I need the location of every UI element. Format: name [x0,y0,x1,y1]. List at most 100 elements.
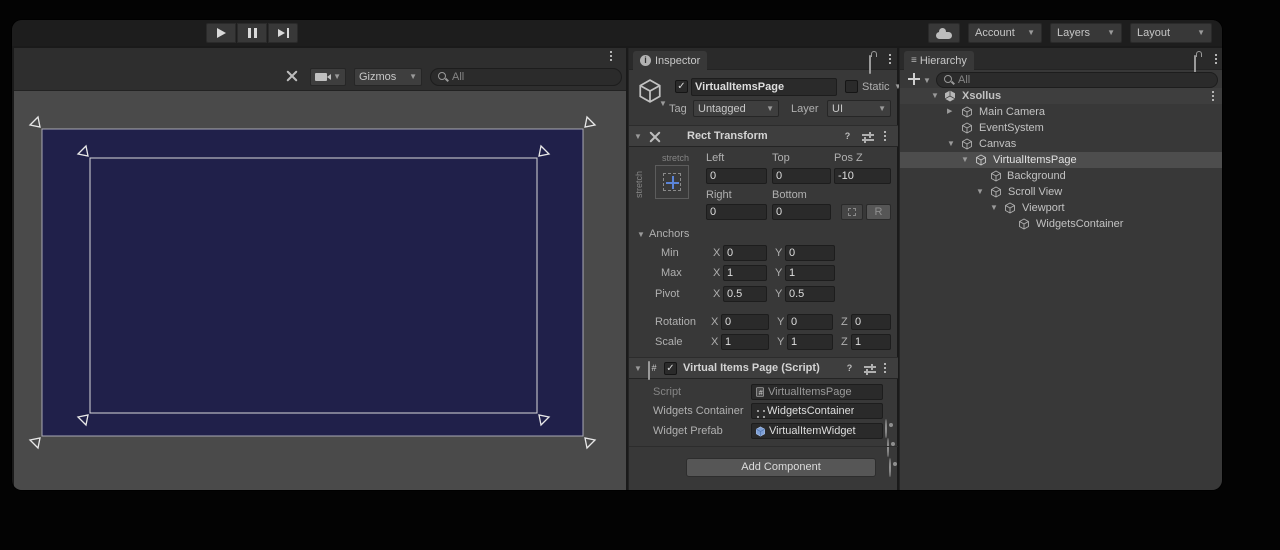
expand-arrow-icon[interactable]: ▼ [961,156,969,164]
pivot-x-field[interactable]: 0.5 [723,286,767,302]
chevron-down-icon: ▼ [409,73,417,81]
rotation-z-field[interactable]: 0 [851,314,891,330]
tab-inspector[interactable]: Inspector [633,51,707,70]
anchor-max-y-field[interactable]: 1 [785,265,835,281]
play-button[interactable] [206,23,236,43]
gameobject-icon-picker[interactable]: ▼ [659,100,667,108]
stretch-label-horizontal: stretch [662,152,689,165]
raw-edit-mode-button[interactable]: R [866,204,891,220]
widgets-container-field[interactable]: WidgetsContainer [751,403,883,419]
widget-prefab-label: Widget Prefab [653,425,723,438]
expand-arrow-icon[interactable]: ▼ [947,140,955,148]
layout-menu-button[interactable]: Layout ▼ [1130,23,1212,43]
pause-button[interactable] [237,23,267,43]
script-component-header[interactable]: ▼ ✓ Virtual Items Page (Script) [629,357,898,379]
expand-arrow-icon[interactable]: ▼ [976,188,984,196]
expand-arrow-icon[interactable]: ▼ [990,204,998,212]
blueprint-mode-button[interactable] [841,204,863,220]
hierarchy-item-scene[interactable]: ▼ Xsollus [900,88,1222,104]
lock-icon[interactable] [869,55,871,74]
anchor-max-x-field[interactable]: 1 [723,265,767,281]
object-picker-icon[interactable] [885,419,887,438]
kebab-menu-icon[interactable] [884,131,886,133]
rotation-y-field[interactable]: 0 [787,314,833,330]
foldout-arrow-icon[interactable]: ▼ [634,133,642,141]
hierarchy-item-main-camera[interactable]: ▶ Main Camera [900,104,1222,120]
scale-z-field[interactable]: 1 [851,334,891,350]
axis-x-label: X [711,316,718,329]
scene-gizmos[interactable] [14,91,626,490]
hierarchy-item-canvas[interactable]: ▼ Canvas [900,136,1222,152]
step-button[interactable] [268,23,298,43]
hierarchy-search-field[interactable]: All [936,72,1218,88]
tools-icon [286,70,298,82]
pivot-y-field[interactable]: 0.5 [785,286,835,302]
script-object-field[interactable]: VirtualItemsPage [751,384,883,400]
cloud-services-button[interactable] [928,23,960,43]
hierarchy-item-widgetscontainer[interactable]: WidgetsContainer [900,216,1222,232]
expand-arrow-icon[interactable]: ▼ [931,92,939,100]
top-field[interactable]: 0 [772,168,831,184]
inspector-panel: Inspector ▼ ✓ Static ▼ Tag Untagged ▼ La… [628,48,897,490]
tag-dropdown[interactable]: Untagged ▼ [693,100,779,117]
active-checkbox[interactable]: ✓ [675,80,688,93]
account-menu-button[interactable]: Account ▼ [968,23,1042,43]
create-object-button[interactable] [908,73,920,85]
object-picker-icon[interactable] [889,458,891,477]
main-toolbar: Account ▼ Layers ▼ Layout ▼ [12,20,1222,46]
kebab-menu-icon[interactable] [1212,91,1214,93]
kebab-menu-icon[interactable] [889,54,891,56]
component-enabled-checkbox[interactable]: ✓ [664,362,677,375]
object-picker-icon[interactable] [887,438,889,457]
camera-icon [315,73,327,81]
hierarchy-item-background[interactable]: Background [900,168,1222,184]
hierarchy-item-viewport[interactable]: ▼ Viewport [900,200,1222,216]
scene-tools-button[interactable] [286,70,298,82]
scale-y-field[interactable]: 1 [787,334,833,350]
anchor-min-x-field[interactable]: 0 [723,245,767,261]
layers-menu-button[interactable]: Layers ▼ [1050,23,1122,43]
right-field[interactable]: 0 [706,204,767,220]
kebab-menu-icon[interactable] [884,363,886,365]
gizmos-dropdown[interactable]: Gizmos ▼ [354,68,422,86]
static-checkbox[interactable] [845,80,858,93]
scale-x-field[interactable]: 1 [721,334,769,350]
expand-arrow-icon[interactable]: ▶ [947,108,952,116]
foldout-arrow-icon[interactable]: ▼ [634,365,642,373]
hierarchy-item-virtualitemspage[interactable]: ▼ VirtualItemsPage [900,152,1222,168]
gameobject-icon [975,154,987,166]
scene-camera-button[interactable]: ▼ [310,68,346,86]
anchor-min-y-field[interactable]: 0 [785,245,835,261]
rect-transform-ref-icon [757,410,759,412]
chevron-down-icon: ▼ [878,105,886,113]
left-field[interactable]: 0 [706,168,767,184]
scene-search-field[interactable]: All [430,68,622,86]
axis-x-label: X [711,336,718,349]
kebab-menu-icon[interactable] [1215,54,1217,56]
anchor-preset-button[interactable] [655,165,689,199]
widget-prefab-field[interactable]: VirtualItemWidget [751,423,883,439]
bottom-field[interactable]: 0 [772,204,831,220]
hierarchy-search-value: All [958,74,970,87]
scene-toolbar: ▼ Gizmos ▼ All [14,62,626,90]
layer-dropdown[interactable]: UI ▼ [827,100,891,117]
script-component-title: Virtual Items Page (Script) [683,362,837,375]
rotation-x-field[interactable]: 0 [721,314,769,330]
hierarchy-item-scroll-view[interactable]: ▼ Scroll View [900,184,1222,200]
gameobject-name-input[interactable] [691,78,837,96]
rect-transform-header[interactable]: ▼ Rect Transform [629,125,898,147]
scene-viewport[interactable] [14,90,626,490]
inspector-tab-label: Inspector [655,55,700,67]
axis-y-label: Y [777,316,784,329]
anchors-foldout-icon[interactable]: ▼ [637,231,645,239]
widget-prefab-value: VirtualItemWidget [769,424,856,438]
scene-view-menu-button[interactable] [610,51,612,53]
pivot-label: Pivot [655,288,679,301]
posz-field[interactable]: -10 [834,168,891,184]
add-component-button[interactable]: Add Component [686,458,876,477]
hierarchy-item-eventsystem[interactable]: EventSystem [900,120,1222,136]
chevron-down-icon[interactable]: ▼ [923,77,931,85]
search-icon [437,71,449,83]
blueprint-icon [848,208,856,216]
tab-hierarchy[interactable]: ≡ Hierarchy [904,51,974,70]
